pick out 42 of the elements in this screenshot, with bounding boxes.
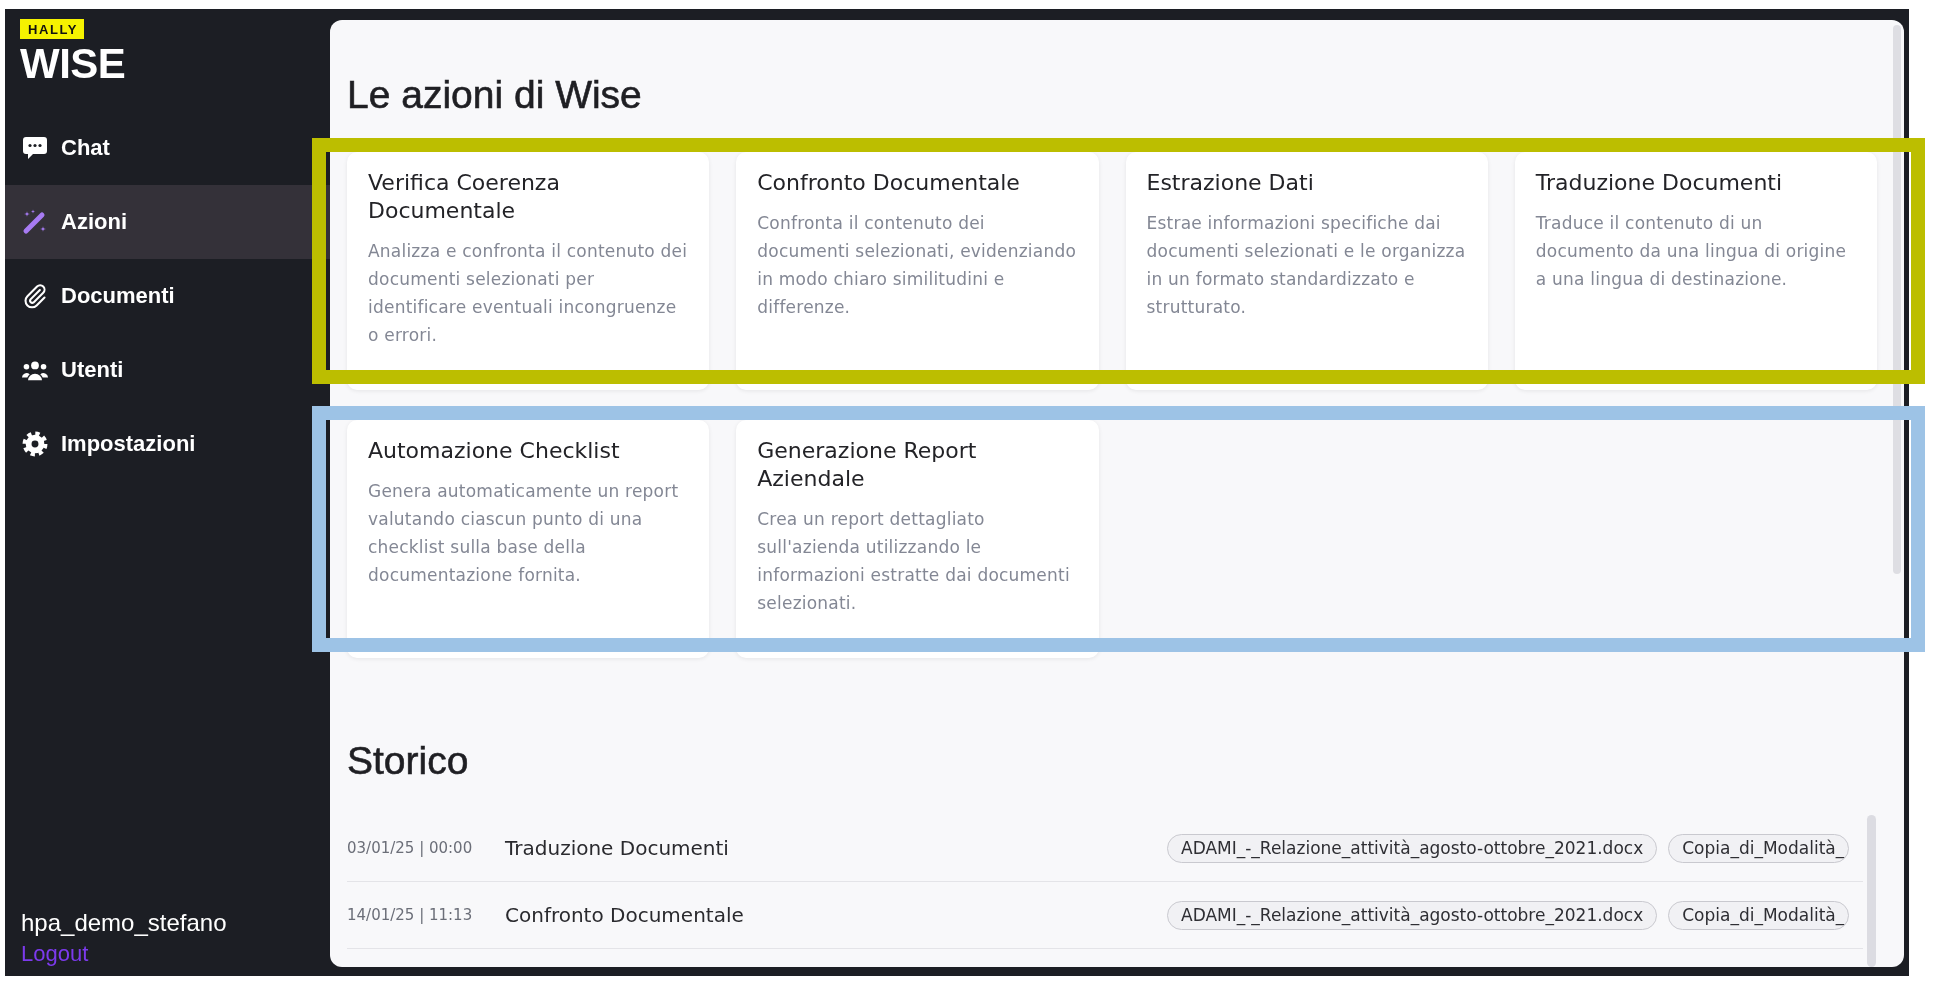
users-icon	[22, 359, 48, 381]
nav-item[interactable]: Azioni	[5, 185, 330, 259]
file-tag: ADAMI_-_Relazione_attività_agosto-ottobre_2021.docx	[1167, 900, 1658, 930]
gear-icon	[22, 431, 48, 457]
action-card[interactable]: Generazione Report Aziendale Crea un report dettagliato sull'azienda utilizzando le informazioni estratte dai documenti selezionati.	[736, 420, 1099, 658]
card-title: Estrazione Dati	[1146, 169, 1315, 197]
nav-item[interactable]: Chat	[5, 111, 330, 185]
history-action[interactable]: Confronto Documentale	[505, 903, 1167, 927]
history-action[interactable]: Traduzione Documenti	[505, 836, 1167, 860]
username: hpa_demo_stefano	[21, 908, 227, 938]
card-description: Traduce il contenuto di un documento da una lingua di origine a una lingua di destinazione.	[1535, 212, 1848, 291]
file-tag: ADAMI_-_Relazione_attività_agosto-ottobre_2021.docx	[1167, 833, 1658, 863]
action-card[interactable]: Verifica Coerenza Documentale Analizza e confronta il contenuto dei documenti selezionati per identificare eventuali incongruenze o errori.	[347, 152, 710, 390]
action-card[interactable]: Automazione Checklist Genera automaticamente un report valutando ciascun punto di una checklist sulla base della documentazione fornita.	[347, 420, 710, 658]
file-tag: Copia_di_Modalità_	[1668, 833, 1850, 863]
section-title: Storico	[347, 738, 469, 784]
card-description: Estrae informazioni specifiche dai documenti selezionati e le organizza in un formato standardizzato e strutturato.	[1146, 212, 1467, 319]
action-card[interactable]: Estrazione Dati Estrae informazioni specifiche dai documenti selezionati e le organizza in un formato standardizzato e strutturato.	[1125, 152, 1488, 390]
card-description: Crea un report dettagliato sull'azienda utilizzando le informazioni estratte dai documenti selezionati.	[757, 508, 1071, 615]
card-description: Confronta il contenuto dei documenti selezionati, evidenziando in modo chiaro similitudini e differenze.	[757, 212, 1078, 319]
paperclip-icon	[22, 283, 48, 309]
scrollbar-thumb[interactable]	[1867, 815, 1876, 967]
nav-item[interactable]: Impostazioni	[5, 407, 330, 481]
nav-item[interactable]: Utenti	[5, 333, 330, 407]
card-title: Traduzione Documenti	[1535, 169, 1784, 197]
file-tag: Copia_di_Modalità_	[1668, 900, 1850, 930]
nav-item[interactable]: Documenti	[5, 259, 330, 333]
action-card[interactable]: Traduzione Documenti Traduce il contenuto di un documento da una lingua di origine a una lingua di destinazione.	[1514, 152, 1877, 390]
scrollbar-thumb[interactable]	[1893, 25, 1901, 574]
history-date: 14/01/25 | 11:13	[347, 906, 474, 924]
card-title: Confronto Documentale	[757, 169, 1021, 197]
history-date: 03/01/25 | 00:00	[347, 839, 474, 857]
card-title: Verifica Coerenza Documentale	[368, 169, 561, 225]
card-title: Automazione Checklist	[368, 437, 621, 465]
action-card[interactable]: Confronto Documentale Confronta il contenuto dei documenti selezionati, evidenziando in modo chiaro similitudini e differenze.	[736, 152, 1099, 390]
speech-bubble-icon	[22, 136, 48, 160]
logo-badge: HALLY	[20, 19, 85, 39]
section-title: Le azioni di Wise	[347, 72, 642, 118]
card-description: Analizza e confronta il contenuto dei documenti selezionati per identificare eventuali incongruenze o errori.	[368, 240, 689, 347]
logo-wordmark: WISE	[20, 44, 126, 84]
card-title: Generazione Report Aziendale	[757, 437, 978, 493]
card-description: Genera automaticamente un report valutando ciascun punto di una checklist sulla base della documentazione fornita.	[368, 480, 680, 587]
